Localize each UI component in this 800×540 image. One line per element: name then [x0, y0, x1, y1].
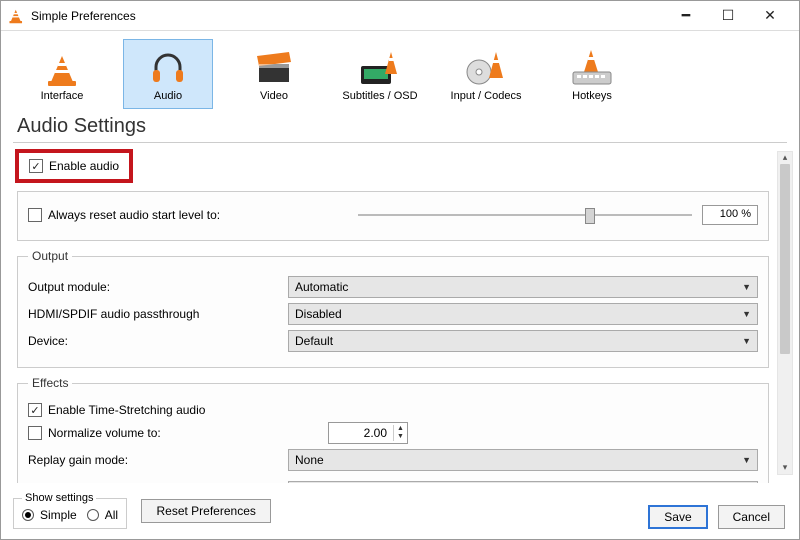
tab-label: Input / Codecs [451, 90, 522, 102]
page-title: Audio Settings [1, 115, 799, 142]
show-settings-legend: Show settings [22, 492, 96, 504]
visualization-dropdown[interactable]: Disable ▼ [288, 481, 758, 483]
checkbox-icon [29, 159, 43, 173]
output-group: Output Output module: Automatic ▼ HDMI/S… [17, 249, 769, 368]
device-dropdown[interactable]: Default ▼ [288, 330, 758, 352]
tab-interface[interactable]: Interface [17, 39, 107, 109]
enable-audio-highlight: Enable audio [15, 149, 133, 183]
cancel-button[interactable]: Cancel [718, 505, 785, 529]
cone-icon [47, 46, 77, 86]
start-level-value[interactable]: 100 % [702, 205, 758, 225]
tab-label: Subtitles / OSD [342, 90, 417, 102]
output-module-dropdown[interactable]: Automatic ▼ [288, 276, 758, 298]
footer: Show settings Simple All Reset Preferenc… [1, 486, 799, 539]
normalize-spinner[interactable]: 2.00 ▲▼ [328, 422, 408, 444]
enable-audio-checkbox[interactable]: Enable audio [29, 159, 119, 173]
chevron-down-icon: ▼ [742, 455, 751, 465]
always-reset-checkbox[interactable]: Always reset audio start level to: [28, 208, 348, 222]
dropdown-value: None [295, 453, 324, 467]
checkbox-icon [28, 426, 42, 440]
passthrough-dropdown[interactable]: Disabled ▼ [288, 303, 758, 325]
enable-audio-label: Enable audio [49, 159, 119, 173]
minimize-button[interactable]: ━ [665, 1, 707, 31]
radio-icon [87, 509, 99, 521]
monitor-cone-icon [359, 46, 401, 86]
vertical-scrollbar[interactable]: ▴ ▾ [777, 151, 793, 475]
tab-video[interactable]: Video [229, 39, 319, 109]
tab-hotkeys[interactable]: Hotkeys [547, 39, 637, 109]
tab-label: Hotkeys [572, 90, 612, 102]
tab-label: Audio [154, 90, 182, 102]
clapperboard-icon [255, 46, 293, 86]
tab-label: Video [260, 90, 288, 102]
tab-audio[interactable]: Audio [123, 39, 213, 109]
replay-gain-label: Replay gain mode: [28, 453, 278, 467]
dropdown-value: Default [295, 334, 333, 348]
show-settings-group: Show settings Simple All [13, 492, 127, 529]
tab-label: Interface [41, 90, 84, 102]
group-legend: Output [28, 249, 72, 263]
vlc-cone-icon [9, 8, 25, 24]
output-module-label: Output module: [28, 280, 278, 294]
settings-panel: Enable audio Volume Always reset audio s… [13, 143, 773, 483]
scroll-up-icon: ▴ [778, 152, 792, 164]
replay-gain-dropdown[interactable]: None ▼ [288, 449, 758, 471]
headphones-icon [149, 46, 187, 86]
mode-simple-radio[interactable]: Simple [22, 508, 77, 522]
reset-preferences-button[interactable]: Reset Preferences [141, 499, 270, 523]
always-reset-label: Always reset audio start level to: [48, 208, 220, 222]
device-label: Device: [28, 334, 278, 348]
maximize-button[interactable]: ☐ [707, 1, 749, 31]
mode-all-radio[interactable]: All [87, 508, 118, 522]
effects-group: Effects Enable Time-Stretching audio Nor… [17, 376, 769, 483]
radio-icon [22, 509, 34, 521]
normalize-checkbox[interactable]: Normalize volume to: [28, 426, 318, 440]
chevron-down-icon: ▼ [742, 336, 751, 346]
timestretch-checkbox[interactable]: Enable Time-Stretching audio [28, 403, 205, 417]
mode-simple-label: Simple [40, 508, 77, 522]
group-legend: Effects [28, 376, 72, 390]
tab-subtitles[interactable]: Subtitles / OSD [335, 39, 425, 109]
disc-cone-icon [466, 46, 506, 86]
scroll-down-icon: ▾ [778, 462, 792, 474]
chevron-down-icon: ▼ [742, 309, 751, 319]
passthrough-label: HDMI/SPDIF audio passthrough [28, 307, 278, 321]
normalize-label: Normalize volume to: [48, 426, 161, 440]
window-title: Simple Preferences [31, 9, 665, 23]
volume-group: Volume Always reset audio start level to… [17, 191, 769, 241]
timestretch-label: Enable Time-Stretching audio [48, 403, 205, 417]
mode-all-label: All [105, 508, 118, 522]
dropdown-value: Disabled [295, 307, 342, 321]
chevron-down-icon: ▼ [742, 282, 751, 292]
start-level-slider[interactable] [358, 208, 692, 222]
category-tabs: Interface Audio Video [1, 31, 799, 115]
tab-input-codecs[interactable]: Input / Codecs [441, 39, 531, 109]
scrollbar-thumb[interactable] [780, 164, 790, 354]
close-button[interactable]: ✕ [749, 1, 791, 31]
spinner-arrows-icon: ▲▼ [393, 425, 407, 441]
checkbox-icon [28, 208, 42, 222]
checkbox-icon [28, 403, 42, 417]
dropdown-value: Automatic [295, 280, 348, 294]
keyboard-cone-icon [571, 46, 613, 86]
save-button[interactable]: Save [648, 505, 707, 529]
title-bar: Simple Preferences ━ ☐ ✕ [1, 1, 799, 31]
spinner-value: 2.00 [329, 426, 393, 440]
